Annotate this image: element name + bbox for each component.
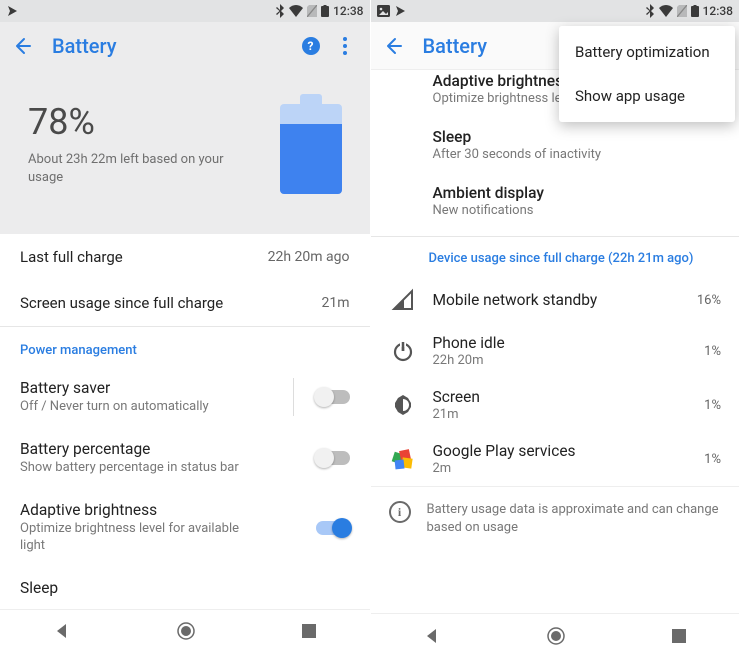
value: 21m bbox=[321, 295, 349, 311]
setting-title: Sleep bbox=[433, 128, 722, 146]
usage-pct: 1% bbox=[704, 398, 721, 413]
back-icon[interactable] bbox=[12, 36, 32, 56]
play-notif-icon bbox=[394, 5, 406, 17]
back-icon[interactable] bbox=[383, 36, 403, 56]
usage-pct: 16% bbox=[697, 293, 721, 308]
section-device-usage: Device usage since full charge (22h 21m … bbox=[371, 237, 739, 276]
play-services-icon bbox=[389, 445, 417, 473]
battery-icon bbox=[321, 5, 329, 17]
row-last-full-charge[interactable]: Last full charge 22h 20m ago bbox=[0, 234, 370, 280]
battery-hero[interactable]: 78% About 23h 22m left based on your usa… bbox=[0, 70, 370, 234]
setting-ambient-display[interactable]: Ambient display New notifications bbox=[371, 172, 739, 236]
usage-item-phone-idle[interactable]: Phone idle 22h 20m 1% bbox=[371, 324, 739, 378]
bluetooth-icon bbox=[645, 4, 655, 18]
bluetooth-icon bbox=[275, 4, 285, 18]
usage-item-play-services[interactable]: Google Play services 2m 1% bbox=[371, 432, 739, 486]
usage-name: Mobile network standby bbox=[433, 291, 681, 309]
setting-sub: Optimize brightness level for available … bbox=[20, 521, 260, 555]
status-time: 12:38 bbox=[703, 4, 733, 18]
usage-pct: 1% bbox=[704, 452, 721, 467]
nav-bar bbox=[0, 609, 370, 653]
battery-percent: 78% bbox=[28, 101, 280, 143]
battery-icon bbox=[691, 5, 699, 17]
usage-item-screen[interactable]: Screen 21m 1% bbox=[371, 378, 739, 432]
help-button[interactable]: ? bbox=[298, 33, 324, 59]
setting-title: Battery percentage bbox=[20, 440, 302, 458]
overflow-menu: Battery optimization Show app usage bbox=[559, 26, 735, 122]
wifi-icon bbox=[289, 5, 303, 17]
nav-back-icon[interactable] bbox=[423, 627, 441, 645]
status-bar: 12:38 bbox=[0, 0, 370, 22]
usage-name: Phone idle bbox=[433, 334, 689, 352]
usage-name: Screen bbox=[433, 388, 689, 406]
value: 22h 20m ago bbox=[268, 249, 350, 265]
play-notif-icon bbox=[6, 5, 18, 17]
usage-sub: 2m bbox=[433, 461, 689, 476]
usage-item-mobile-network[interactable]: Mobile network standby 16% bbox=[371, 276, 739, 324]
menu-battery-optimization[interactable]: Battery optimization bbox=[559, 30, 735, 74]
setting-battery-saver[interactable]: Battery saver Off / Never turn on automa… bbox=[0, 366, 370, 428]
setting-title: Sleep bbox=[20, 579, 350, 597]
section-power-management: Power management bbox=[0, 327, 370, 366]
row-screen-usage[interactable]: Screen usage since full charge 21m bbox=[0, 280, 370, 326]
setting-sub: After 30 seconds of inactivity bbox=[433, 147, 722, 162]
toggle-adaptive-brightness[interactable] bbox=[316, 521, 350, 535]
setting-sub: New notifications bbox=[433, 203, 722, 218]
info-icon: i bbox=[389, 501, 411, 523]
setting-sub: Show battery percentage in status bar bbox=[20, 460, 260, 477]
overflow-button[interactable] bbox=[332, 33, 358, 59]
nav-back-icon[interactable] bbox=[53, 622, 71, 640]
setting-adaptive-brightness[interactable]: Adaptive brightness Optimize brightness … bbox=[0, 489, 370, 567]
help-icon: ? bbox=[302, 37, 320, 55]
wifi-icon bbox=[659, 5, 673, 17]
usage-name: Google Play services bbox=[433, 442, 689, 460]
usage-sub: 22h 20m bbox=[433, 353, 689, 368]
setting-battery-percentage[interactable]: Battery percentage Show battery percenta… bbox=[0, 428, 370, 489]
setting-title: Adaptive brightness bbox=[20, 501, 302, 519]
status-bar: 12:38 bbox=[371, 0, 739, 22]
nav-recent-icon[interactable] bbox=[671, 628, 687, 644]
setting-title: Ambient display bbox=[433, 184, 722, 202]
setting-title: Battery saver bbox=[20, 379, 289, 397]
more-icon bbox=[343, 37, 347, 55]
usage-sub: 21m bbox=[433, 407, 689, 422]
toolbar: Battery ? bbox=[0, 22, 370, 70]
info-text: Battery usage data is approximate and ca… bbox=[427, 501, 722, 536]
nav-recent-icon[interactable] bbox=[301, 623, 317, 639]
toggle-battery-saver[interactable] bbox=[316, 390, 350, 404]
setting-sub: Off / Never turn on automatically bbox=[20, 399, 260, 416]
label: Last full charge bbox=[20, 248, 268, 266]
toggle-battery-percentage[interactable] bbox=[316, 451, 350, 465]
battery-graphic bbox=[280, 94, 342, 194]
menu-show-app-usage[interactable]: Show app usage bbox=[559, 74, 735, 118]
power-icon bbox=[389, 337, 417, 365]
nav-home-icon[interactable] bbox=[176, 621, 196, 641]
brightness-icon bbox=[389, 391, 417, 419]
setting-sleep[interactable]: Sleep bbox=[0, 567, 370, 609]
info-row: i Battery usage data is approximate and … bbox=[371, 486, 739, 550]
usage-pct: 1% bbox=[704, 344, 721, 359]
signal-icon bbox=[389, 286, 417, 314]
setting-sleep[interactable]: Sleep After 30 seconds of inactivity bbox=[371, 116, 739, 172]
status-time: 12:38 bbox=[333, 4, 363, 18]
nav-bar bbox=[371, 613, 739, 657]
battery-estimate: About 23h 22m left based on your usage bbox=[28, 151, 238, 186]
nav-home-icon[interactable] bbox=[546, 626, 566, 646]
page-title: Battery bbox=[52, 34, 290, 58]
sim-icon bbox=[307, 5, 317, 17]
sim-icon bbox=[677, 5, 687, 17]
image-notif-icon bbox=[377, 5, 390, 17]
label: Screen usage since full charge bbox=[20, 294, 321, 312]
